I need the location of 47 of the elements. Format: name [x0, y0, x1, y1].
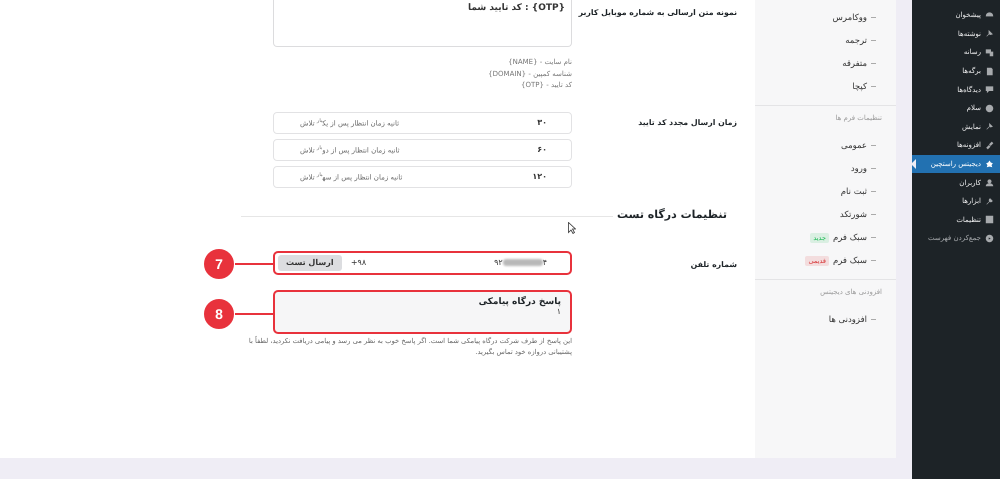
submenu-item[interactable]: ثبت نام — [840, 186, 867, 196]
submenu-item[interactable]: شورتکد — [840, 210, 867, 220]
menu-item-icon — [985, 122, 994, 132]
dash-icon — [871, 214, 876, 215]
mouse-cursor-icon — [568, 222, 576, 234]
dash-icon — [871, 86, 876, 87]
response-title: پاسخ درگاه پیامکی — [478, 296, 561, 306]
dash-icon — [871, 17, 876, 18]
menu-item-icon — [985, 215, 994, 224]
menu-item-icon — [985, 48, 994, 57]
menu-item-icon — [985, 196, 994, 206]
send-test-button[interactable]: ارسال تست — [278, 254, 342, 270]
dash-icon — [871, 319, 876, 320]
submenu-item[interactable]: ووکامرس — [832, 12, 867, 22]
phone-number-start: ۹۲ — [494, 258, 503, 267]
submenu-item[interactable]: افزودنی ها — [828, 314, 867, 324]
submenu-item[interactable]: عمومی — [840, 140, 867, 150]
country-code: +۹۸ — [350, 258, 366, 267]
submenu-item[interactable]: متفرقه — [842, 58, 867, 68]
leader-line — [235, 262, 273, 264]
menu-item-icon — [985, 178, 994, 188]
message-textarea[interactable]: {OTP} : کد تایید شما — [273, 0, 572, 47]
menu-item-icon — [985, 29, 994, 38]
dash-icon — [871, 145, 876, 146]
dash-icon — [871, 237, 876, 238]
menu-item-icon — [985, 104, 994, 113]
submenu-item[interactable]: سبک فرم — [832, 232, 867, 242]
submenu-item[interactable]: ترجمه — [845, 36, 867, 46]
submenu-item[interactable]: سبک فرم — [832, 256, 867, 266]
phone-field[interactable]: ۹۲ ۴ +۹۸ ارسال تست — [273, 250, 572, 274]
dash-icon — [871, 168, 876, 169]
dash-icon — [871, 63, 876, 64]
response-value: ۱ — [556, 306, 561, 316]
active-pointer-icon — [911, 158, 916, 169]
menu-item-icon — [985, 234, 994, 243]
annotation-marker: 7 — [203, 248, 235, 280]
dash-icon — [871, 40, 876, 41]
annotation-marker: 8 — [203, 298, 235, 330]
submenu-item[interactable]: کپچا — [852, 82, 867, 92]
dash-icon — [871, 191, 876, 192]
submenu-item[interactable]: ورود — [850, 164, 867, 174]
blurred-digits — [502, 259, 543, 266]
dash-icon — [871, 260, 876, 261]
section-title: تنظیمات درگاه تست — [616, 208, 727, 220]
menu-item-icon — [985, 140, 994, 150]
menu-item-icon — [985, 160, 994, 169]
phone-number-end: ۴ — [542, 258, 547, 267]
